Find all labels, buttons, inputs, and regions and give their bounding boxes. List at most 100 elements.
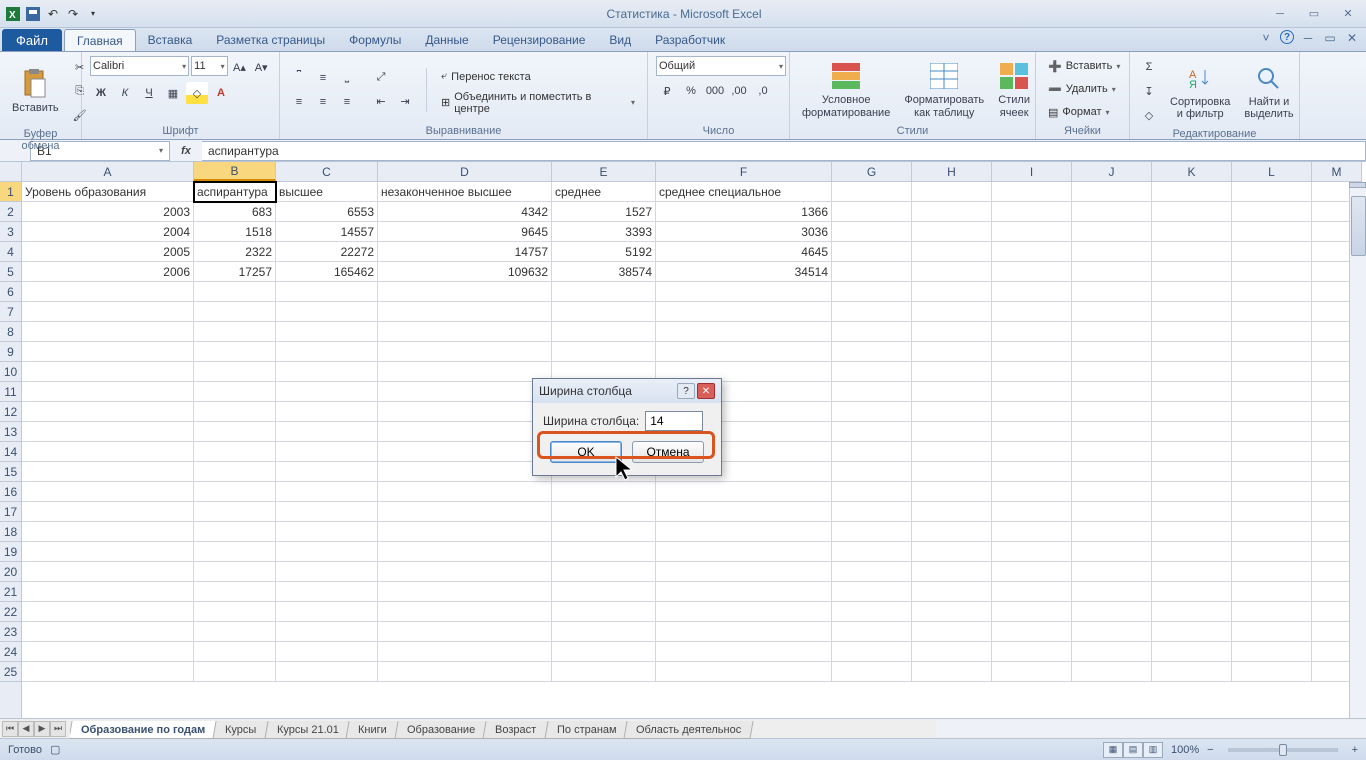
column-header[interactable]: K <box>1152 162 1232 181</box>
row-header[interactable]: 7 <box>0 302 21 322</box>
cell[interactable] <box>992 482 1072 502</box>
cell[interactable] <box>194 402 276 422</box>
cell[interactable] <box>656 282 832 302</box>
decrease-decimal-icon[interactable]: ,0 <box>752 80 774 102</box>
cell[interactable] <box>1152 582 1232 602</box>
cell[interactable] <box>552 522 656 542</box>
cell[interactable] <box>992 582 1072 602</box>
cell[interactable] <box>1232 482 1312 502</box>
cell[interactable] <box>22 302 194 322</box>
cell[interactable] <box>1072 462 1152 482</box>
cell[interactable] <box>992 242 1072 262</box>
cell[interactable] <box>656 602 832 622</box>
cell[interactable] <box>22 342 194 362</box>
cell[interactable] <box>1152 282 1232 302</box>
cell[interactable]: Уровень образования <box>22 182 194 202</box>
column-header[interactable]: E <box>552 162 656 181</box>
cell[interactable] <box>22 382 194 402</box>
cell[interactable] <box>276 662 378 682</box>
cell[interactable] <box>656 622 832 642</box>
cell[interactable] <box>832 402 912 422</box>
cell[interactable] <box>194 382 276 402</box>
dialog-help-icon[interactable]: ? <box>677 383 695 399</box>
cell[interactable] <box>194 482 276 502</box>
currency-icon[interactable]: ₽ <box>656 80 678 102</box>
cell[interactable] <box>992 602 1072 622</box>
row-header[interactable]: 9 <box>0 342 21 362</box>
cell[interactable] <box>832 322 912 342</box>
cell[interactable] <box>1152 562 1232 582</box>
window-minimize-inner-icon[interactable]: ─ <box>1300 30 1316 46</box>
cell[interactable] <box>194 562 276 582</box>
cell[interactable] <box>276 602 378 622</box>
cell[interactable] <box>832 462 912 482</box>
cell[interactable] <box>832 422 912 442</box>
align-top-icon[interactable]: ⎴ <box>288 67 310 89</box>
cell[interactable] <box>194 522 276 542</box>
cell[interactable] <box>1232 622 1312 642</box>
cell[interactable] <box>832 202 912 222</box>
row-header[interactable]: 21 <box>0 582 21 602</box>
cell[interactable] <box>378 382 552 402</box>
cell[interactable] <box>1152 222 1232 242</box>
cell[interactable] <box>1232 502 1312 522</box>
cell[interactable] <box>276 482 378 502</box>
cell[interactable] <box>552 282 656 302</box>
autosum-icon[interactable]: Σ <box>1138 56 1160 78</box>
cell[interactable] <box>832 522 912 542</box>
cell[interactable] <box>832 342 912 362</box>
cell[interactable] <box>22 562 194 582</box>
cell[interactable] <box>912 322 992 342</box>
cell[interactable] <box>912 282 992 302</box>
cell[interactable] <box>1232 382 1312 402</box>
cell[interactable] <box>378 662 552 682</box>
borders-icon[interactable]: ▦ <box>162 82 184 104</box>
cell[interactable] <box>1232 602 1312 622</box>
cell[interactable] <box>832 542 912 562</box>
cell[interactable] <box>912 662 992 682</box>
page-layout-view-icon[interactable]: ▤ <box>1123 742 1143 758</box>
cell[interactable]: 2006 <box>22 262 194 282</box>
cell[interactable] <box>1152 642 1232 662</box>
nav-last-icon[interactable]: ⏭ <box>50 721 66 737</box>
cell[interactable] <box>656 302 832 322</box>
insert-cells-button[interactable]: ➕Вставить▾ <box>1044 56 1121 76</box>
row-header[interactable]: 11 <box>0 382 21 402</box>
cell[interactable] <box>194 422 276 442</box>
align-middle-icon[interactable]: ≡ <box>312 67 334 89</box>
ribbon-tab[interactable]: Вставка <box>136 29 205 51</box>
align-right-icon[interactable]: ≡ <box>336 91 358 113</box>
increase-decimal-icon[interactable]: ,00 <box>728 80 750 102</box>
cell[interactable] <box>1232 182 1312 202</box>
fill-color-icon[interactable]: ◇ <box>186 82 208 104</box>
cell[interactable] <box>276 282 378 302</box>
window-close-inner-icon[interactable]: ✕ <box>1344 30 1360 46</box>
cell[interactable] <box>1232 342 1312 362</box>
cell[interactable] <box>1232 282 1312 302</box>
sheet-tab[interactable]: Область деятельнос <box>624 721 754 739</box>
cell[interactable]: 14757 <box>378 242 552 262</box>
cell[interactable] <box>912 482 992 502</box>
ribbon-tab[interactable]: Разметка страницы <box>204 29 337 51</box>
row-header[interactable]: 20 <box>0 562 21 582</box>
cell[interactable]: 683 <box>194 202 276 222</box>
cell[interactable] <box>1152 522 1232 542</box>
cell[interactable] <box>992 362 1072 382</box>
column-header[interactable]: G <box>832 162 912 181</box>
column-header[interactable]: A <box>22 162 194 181</box>
cell[interactable]: 1518 <box>194 222 276 242</box>
clear-icon[interactable]: ◇ <box>1138 104 1160 126</box>
row-header[interactable]: 2 <box>0 202 21 222</box>
cell[interactable] <box>1152 182 1232 202</box>
cell[interactable] <box>1152 422 1232 442</box>
cell[interactable] <box>194 342 276 362</box>
cell[interactable]: 2322 <box>194 242 276 262</box>
cell[interactable] <box>992 502 1072 522</box>
ribbon-tab[interactable]: Вид <box>597 29 643 51</box>
minimize-button[interactable]: ─ <box>1266 6 1294 22</box>
cell[interactable] <box>276 582 378 602</box>
cell[interactable] <box>992 282 1072 302</box>
cell[interactable] <box>1072 482 1152 502</box>
cell[interactable] <box>1232 562 1312 582</box>
indent-decrease-icon[interactable]: ⇤ <box>370 91 392 113</box>
